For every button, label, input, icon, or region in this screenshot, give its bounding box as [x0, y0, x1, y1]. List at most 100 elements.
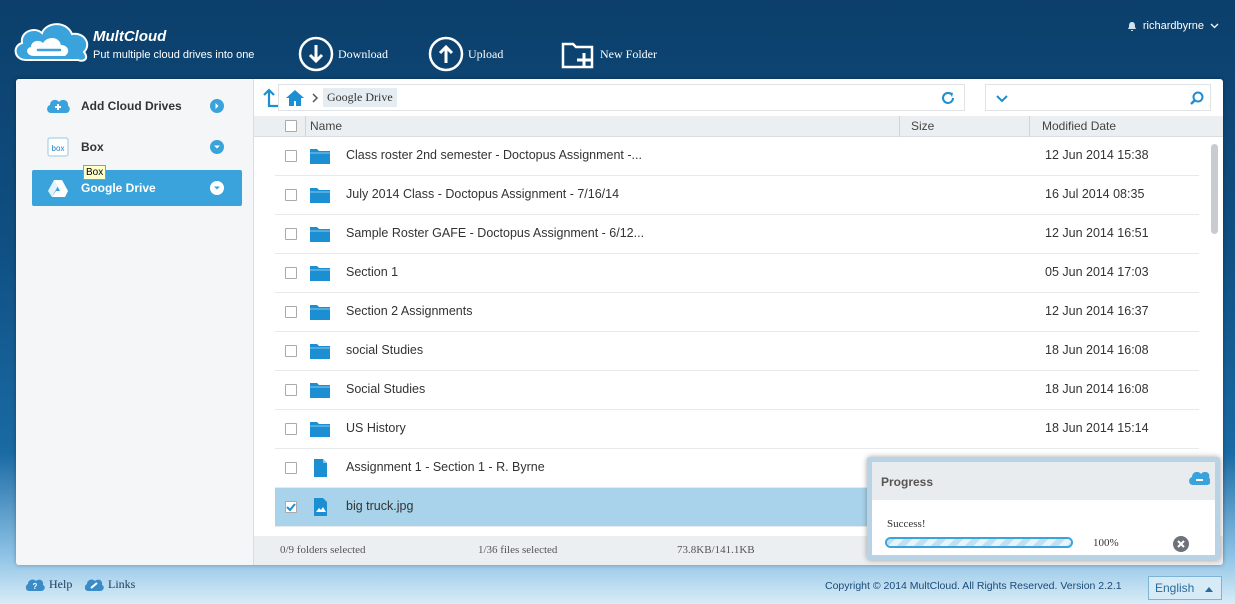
- sidebar: Add Cloud Drives box Box Google Drive Bo…: [16, 79, 254, 565]
- file-name[interactable]: July 2014 Class - Doctopus Assignment - …: [346, 187, 619, 201]
- new-folder-button[interactable]: New Folder: [560, 36, 657, 72]
- file-name[interactable]: big truck.jpg: [346, 499, 413, 513]
- copyright: Copyright © 2014 MultCloud. All Rights R…: [825, 580, 1122, 592]
- file-name[interactable]: social Studies: [346, 343, 423, 357]
- svg-text:?: ?: [33, 582, 38, 591]
- breadcrumb[interactable]: Google Drive: [323, 88, 397, 107]
- column-name[interactable]: Name: [310, 119, 342, 133]
- arrow-down-icon[interactable]: [210, 140, 224, 154]
- new-folder-label: New Folder: [600, 46, 657, 61]
- table-row[interactable]: July 2014 Class - Doctopus Assignment - …: [275, 176, 1199, 215]
- help-link[interactable]: ? Help: [25, 577, 72, 592]
- user-menu[interactable]: richardbyrne: [1127, 20, 1219, 32]
- language-select[interactable]: English: [1148, 576, 1222, 600]
- multcloud-logo-icon: [14, 23, 89, 62]
- progress-bar: [885, 537, 1073, 548]
- language-label: English: [1155, 581, 1195, 595]
- row-checkbox[interactable]: [285, 423, 297, 435]
- scrollbar[interactable]: [1211, 144, 1218, 234]
- table-row[interactable]: Class roster 2nd semester - Doctopus Ass…: [275, 137, 1199, 176]
- add-cloud-icon: [46, 95, 70, 117]
- folder-icon: [310, 149, 330, 164]
- links-link[interactable]: Links: [84, 577, 135, 592]
- table-header: Name Size Modified Date: [254, 116, 1223, 137]
- refresh-icon[interactable]: [940, 90, 956, 106]
- file-name[interactable]: Section 2 Assignments: [346, 304, 472, 318]
- row-checkbox[interactable]: [285, 345, 297, 357]
- folder-icon: [310, 383, 330, 398]
- table-row[interactable]: Social Studies 18 Jun 2014 16:08: [275, 371, 1199, 410]
- sidebar-item-add-cloud-drives[interactable]: Add Cloud Drives: [32, 88, 242, 124]
- arrow-down-icon[interactable]: [210, 181, 224, 195]
- row-checkbox[interactable]: [285, 267, 297, 279]
- sidebar-item-box[interactable]: box Box: [32, 129, 242, 165]
- modified-date: 18 Jun 2014 16:08: [1045, 382, 1149, 396]
- brand-name: MultCloud: [93, 28, 167, 45]
- chevron-down-icon[interactable]: [996, 95, 1008, 103]
- arrow-right-icon[interactable]: [210, 99, 224, 113]
- tagline: Put multiple cloud drives into one: [93, 49, 255, 61]
- close-icon[interactable]: [1173, 536, 1189, 552]
- table-row[interactable]: Section 2 Assignments 12 Jun 2014 16:37: [275, 293, 1199, 332]
- row-checkbox[interactable]: [285, 501, 297, 513]
- select-all-checkbox[interactable]: [285, 120, 297, 132]
- folders-selected: 0/9 folders selected: [280, 544, 366, 556]
- minimize-icon[interactable]: [1188, 469, 1210, 487]
- search-icon[interactable]: [1190, 91, 1204, 105]
- box-logo-icon: box: [46, 136, 70, 158]
- help-label: Help: [49, 577, 73, 591]
- folder-icon: [310, 422, 330, 437]
- caret-up-icon: [1205, 587, 1213, 592]
- row-checkbox[interactable]: [285, 150, 297, 162]
- modified-date: 18 Jun 2014 15:14: [1045, 421, 1149, 435]
- google-drive-icon: [46, 177, 70, 199]
- file-name[interactable]: Social Studies: [346, 382, 425, 396]
- modified-date: 16 Jul 2014 08:35: [1045, 187, 1145, 201]
- row-checkbox[interactable]: [285, 228, 297, 240]
- sidebar-item-label: Box: [81, 140, 104, 154]
- tooltip: Box: [83, 165, 107, 180]
- file-name[interactable]: US History: [346, 421, 406, 435]
- document-icon: [314, 459, 327, 477]
- progress-dialog: Progress Success! 100%: [867, 457, 1220, 560]
- modified-date: 12 Jun 2014 16:51: [1045, 226, 1149, 240]
- column-modified-date[interactable]: Modified Date: [1042, 119, 1116, 133]
- folder-icon: [310, 227, 330, 242]
- row-checkbox[interactable]: [285, 384, 297, 396]
- upload-icon: [428, 36, 464, 72]
- folder-icon: [310, 188, 330, 203]
- row-checkbox[interactable]: [285, 306, 297, 318]
- sidebar-item-label: Google Drive: [81, 181, 156, 195]
- modified-date: 12 Jun 2014 15:38: [1045, 148, 1149, 162]
- table-row[interactable]: Section 1 05 Jun 2014 17:03: [275, 254, 1199, 293]
- row-checkbox[interactable]: [285, 189, 297, 201]
- download-button[interactable]: Download: [298, 36, 388, 72]
- svg-text:box: box: [52, 144, 65, 153]
- home-icon[interactable]: [285, 89, 305, 107]
- progress-fill: [887, 539, 1071, 546]
- column-size[interactable]: Size: [911, 119, 934, 133]
- file-name[interactable]: Assignment 1 - Section 1 - R. Byrne: [346, 460, 545, 474]
- file-name[interactable]: Class roster 2nd semester - Doctopus Ass…: [346, 148, 642, 162]
- table-row[interactable]: US History 18 Jun 2014 15:14: [275, 410, 1199, 449]
- new-folder-icon: [561, 42, 594, 69]
- row-checkbox[interactable]: [285, 462, 297, 474]
- progress-percent: 100%: [1093, 537, 1119, 549]
- sidebar-item-google-drive[interactable]: Google Drive: [32, 170, 242, 206]
- file-name[interactable]: Section 1: [346, 265, 398, 279]
- file-name[interactable]: Sample Roster GAFE - Doctopus Assignment…: [346, 226, 644, 240]
- link-icon: [84, 579, 104, 591]
- progress-message: Success!: [887, 518, 926, 530]
- progress-title: Progress: [881, 475, 934, 489]
- bell-icon: [1127, 21, 1136, 31]
- modified-date: 05 Jun 2014 17:03: [1045, 265, 1149, 279]
- progress-header: Progress: [872, 462, 1215, 500]
- table-row[interactable]: social Studies 18 Jun 2014 16:08: [275, 332, 1199, 371]
- search-input[interactable]: [985, 84, 1211, 111]
- image-file-icon: [314, 498, 327, 516]
- upload-button[interactable]: Upload: [428, 36, 503, 72]
- download-icon: [298, 36, 334, 72]
- sidebar-item-label: Add Cloud Drives: [81, 99, 182, 113]
- modified-date: 18 Jun 2014 16:08: [1045, 343, 1149, 357]
- table-row[interactable]: Sample Roster GAFE - Doctopus Assignment…: [275, 215, 1199, 254]
